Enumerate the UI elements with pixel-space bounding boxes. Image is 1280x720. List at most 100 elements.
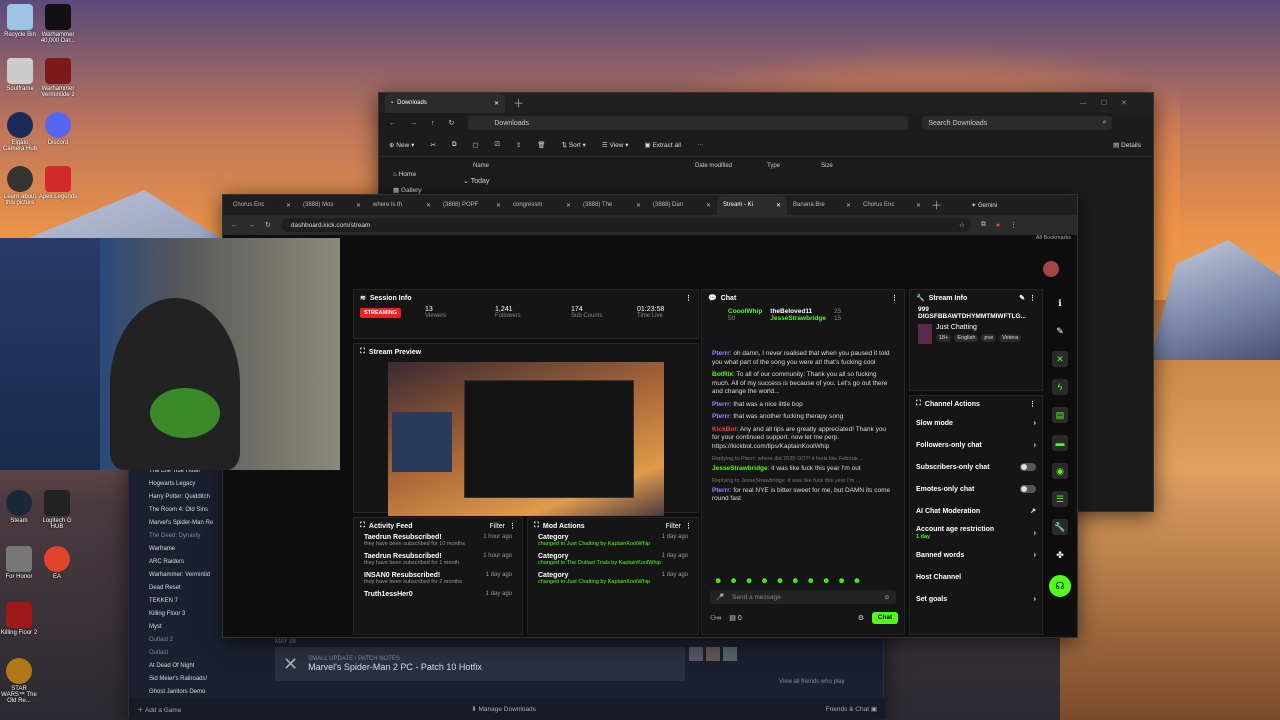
mic-icon[interactable]: 🎤 [716, 593, 724, 601]
emoji-icon[interactable]: ☺ [883, 594, 890, 601]
close-icon[interactable]: ✕ [636, 202, 641, 209]
elgato-icon[interactable]: Elgato Camera Hub [0, 112, 40, 166]
nav-home[interactable]: ⌂ Home [393, 167, 422, 183]
game-item[interactable]: Outlast 2 [137, 634, 223, 647]
apps-icon[interactable]: ✤ [1052, 547, 1068, 563]
search-input[interactable]: Search Downloads ⌕ [922, 116, 1113, 130]
expand-icon[interactable]: ⛶ [360, 522, 365, 530]
browser-tab-active[interactable]: Stream - Ki ✕ [717, 195, 787, 215]
back-icon[interactable]: ← [231, 222, 238, 229]
profile-icon[interactable]: ● [996, 222, 1000, 229]
new-tab-icon[interactable]: ＋ [931, 197, 942, 213]
emote-icon[interactable]: ☻ [822, 576, 830, 585]
col-name[interactable]: Name [473, 163, 695, 169]
browser-tab[interactable]: (3888) Mos ✕ [297, 195, 367, 215]
ai-moderation-row[interactable]: AI Chat Moderation ↗ [910, 500, 1042, 522]
leader-1[interactable]: CooolWhip 50 [728, 308, 762, 334]
more-icon[interactable]: ⋮ [1029, 400, 1036, 408]
killing-floor-icon[interactable]: Killing Floor 2 [0, 602, 38, 658]
new-tab-icon[interactable]: ＋ [513, 95, 524, 111]
shield-icon[interactable]: ✕ [1052, 351, 1068, 367]
emote-icon[interactable]: ☻ [745, 576, 753, 585]
details-button[interactable]: ▤ Details [1113, 141, 1141, 149]
set-goals-row[interactable]: Set goals › [910, 588, 1042, 610]
filter-button[interactable]: Filter [665, 523, 681, 530]
sort-button[interactable]: ⇅ Sort ▾ [562, 141, 586, 149]
url-field[interactable]: dashboard.kick.com/stream ☆ [280, 218, 971, 232]
users-icon[interactable]: ⚇∞ [710, 614, 721, 622]
close-icon[interactable]: ✕ [286, 202, 291, 209]
category-thumb[interactable] [918, 324, 932, 344]
close-icon[interactable]: ✕ [426, 202, 431, 209]
emote-icon[interactable]: ☻ [729, 576, 737, 585]
emote-icon[interactable]: ☻ [853, 576, 861, 585]
group-today[interactable]: ⌄ Today [463, 177, 489, 185]
emote-icon[interactable]: ☻ [714, 576, 722, 585]
game-item[interactable]: The Room 4: Old Sins [137, 504, 223, 517]
broadcast-icon[interactable]: ◉ [1052, 463, 1068, 479]
chat-user[interactable]: JesseStrawbridge [712, 465, 768, 472]
emote-icon[interactable]: ☻ [837, 576, 845, 585]
browser-tab[interactable]: (3888) Dan ✕ [647, 195, 717, 215]
tag[interactable]: English [954, 334, 979, 342]
close-icon[interactable]: ✕ [706, 202, 711, 209]
close-icon[interactable]: ✕ [494, 100, 499, 107]
warhammer-icon[interactable]: Warhammer 40,000 Dar... [38, 4, 78, 58]
browser-tab[interactable]: Banana Bre ✕ [787, 195, 857, 215]
leader-2[interactable]: theBeloved11 JesseStrawbridge [770, 308, 826, 334]
game-item[interactable]: Dead Reset [137, 582, 223, 595]
wrench-icon[interactable]: 🔧 [1052, 519, 1068, 535]
close-icon[interactable]: ✕ [566, 202, 571, 209]
more-icon[interactable]: ⋮ [891, 294, 898, 302]
browser-tab[interactable]: (3888) POPF ✕ [437, 195, 507, 215]
discord-icon[interactable]: Discord [38, 112, 78, 166]
forward-icon[interactable]: → [248, 222, 255, 229]
followers-only-row[interactable]: Followers-only chat › [910, 434, 1042, 456]
close-icon[interactable]: ✕ [776, 202, 781, 209]
game-item[interactable]: Harry Potter: Quidditch [137, 491, 223, 504]
kick-avatar[interactable] [1043, 261, 1059, 277]
edit-icon[interactable]: ✎ [1019, 294, 1025, 302]
more-icon[interactable]: ⋮ [685, 522, 692, 530]
account-age-row[interactable]: Account age restriction 1 day › [910, 522, 1042, 544]
apex-icon[interactable]: Apex Legends [38, 166, 78, 220]
game-item[interactable]: ARC Raiders [137, 556, 223, 569]
game-item[interactable]: Warframe [137, 543, 223, 556]
emote-icon[interactable]: ☻ [807, 576, 815, 585]
close-icon[interactable]: ✕ [846, 202, 851, 209]
bookmarks-label[interactable]: All Bookmarks [1036, 235, 1071, 241]
manage-downloads-button[interactable]: ⬇ Manage Downloads [471, 705, 536, 713]
browser-tab[interactable]: congressm ✕ [507, 195, 577, 215]
filter-button[interactable]: Filter [489, 523, 505, 530]
game-item[interactable]: Hogwarts Legacy [137, 478, 223, 491]
close-icon[interactable]: ✕ [496, 202, 501, 209]
more-icon[interactable]: ··· [697, 141, 704, 148]
steam-icon[interactable]: Steam [0, 490, 38, 546]
back-icon[interactable]: ← [389, 120, 396, 127]
emote-icon[interactable]: ☻ [760, 576, 768, 585]
star-wars-icon[interactable]: STAR WARS™ The Old Re... [0, 658, 38, 714]
subscribers-only-toggle[interactable] [1020, 463, 1036, 471]
up-icon[interactable]: ↑ [431, 120, 435, 127]
game-item[interactable]: Myst [137, 621, 223, 634]
banned-words-row[interactable]: Banned words › [910, 544, 1042, 566]
path-field[interactable]: Downloads [468, 116, 909, 130]
col-date[interactable]: Date modified [695, 163, 767, 169]
browser-tab[interactable]: Chorus Enc ✕ [227, 195, 297, 215]
rename-icon[interactable]: ⎚ [495, 141, 500, 149]
paste-icon[interactable]: ▢ [472, 141, 478, 149]
points-icon[interactable]: ▤ 0 [729, 614, 741, 622]
logitech-icon[interactable]: Logitech G HUB [38, 490, 76, 546]
game-item[interactable]: Marvel's Spider-Man Re [137, 517, 223, 530]
tag[interactable]: pve [981, 334, 997, 342]
edit-icon[interactable]: ✎ [1052, 323, 1068, 339]
chat-bubble-icon[interactable]: ▬ [1052, 435, 1068, 451]
chat-user[interactable]: BotRix [712, 371, 733, 378]
game-item[interactable]: TEKKEN 7 [137, 595, 223, 608]
close-icon[interactable]: ✕ [916, 202, 921, 209]
clipboard-icon[interactable]: ▤ [1052, 407, 1068, 423]
send-chat-button[interactable]: Chat [872, 612, 898, 624]
learn-picture-icon[interactable]: Learn about this picture [0, 166, 40, 220]
game-item[interactable]: Killing Floor 3 [137, 608, 223, 621]
menu-icon[interactable]: ⋮ [1010, 221, 1017, 229]
